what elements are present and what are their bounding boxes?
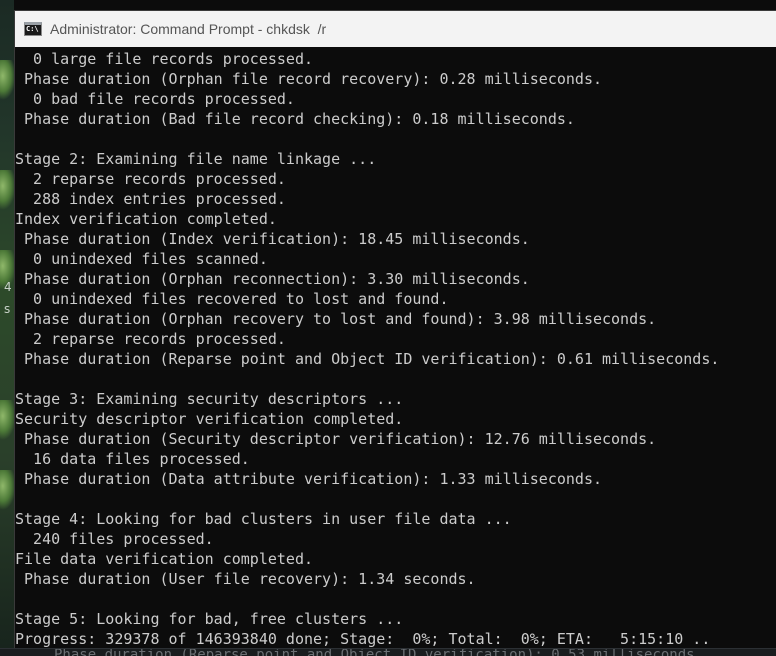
console-line: Phase duration (Bad file record checking… [15,110,575,128]
console-line: 2 reparse records processed. [15,330,286,348]
console-line: Stage 5: Looking for bad, free clusters … [15,610,404,628]
cmd-icon-glyph: C:\ [26,25,39,33]
cmd-icon[interactable]: C:\ [24,22,42,36]
console-line: 240 files processed. [15,530,214,548]
title-bar[interactable]: C:\ Administrator: Command Prompt - chkd… [15,11,776,47]
behind-window-text: Phase duration (Reparse point and Object… [54,648,704,656]
console-line: Phase duration (Reparse point and Object… [15,350,720,368]
console-line: Phase duration (Security descriptor veri… [15,430,657,448]
console-line: Stage 3: Examining security descriptors … [15,390,404,408]
console-line: File data verification completed. [15,550,314,568]
console-line: Security descriptor verification complet… [15,410,404,428]
console-output[interactable]: 0 large file records processed. Phase du… [15,50,776,649]
console-line: Stage 2: Examining file name linkage ... [15,150,377,168]
window-behind: Phase duration (Reparse point and Object… [0,648,776,656]
console-line: Phase duration (Orphan reconnection): 3.… [15,270,530,288]
progress-line: Progress: 329378 of 146393840 done; Stag… [15,630,711,648]
console-line: Phase duration (Orphan file record recov… [15,70,602,88]
console-line: Phase duration (Orphan recovery to lost … [15,310,657,328]
console-line: 0 large file records processed. [15,50,314,68]
console-line: 0 unindexed files scanned. [15,250,268,268]
console-line: 0 unindexed files recovered to lost and … [15,290,449,308]
console-line: Index verification completed. [15,210,277,228]
command-prompt-window[interactable]: C:\ Administrator: Command Prompt - chkd… [14,10,776,649]
desktop-side-text: s [4,302,11,316]
console-line: Phase duration (Data attribute verificat… [15,470,602,488]
console-line: Stage 4: Looking for bad clusters in use… [15,510,512,528]
console-line: 288 index entries processed. [15,190,286,208]
console-line: 16 data files processed. [15,450,250,468]
console-line: 0 bad file records processed. [15,90,295,108]
desktop-wallpaper: 4 s [0,0,16,656]
console-line: 2 reparse records processed. [15,170,286,188]
desktop-side-text: 4 [4,280,12,294]
console-line: Phase duration (Index verification): 18.… [15,230,530,248]
screen: 4 s C:\ Administrator: Command Prompt - … [0,0,776,656]
window-title: Administrator: Command Prompt - chkdsk /… [50,21,327,37]
console-line: Phase duration (User file recovery): 1.3… [15,570,476,588]
